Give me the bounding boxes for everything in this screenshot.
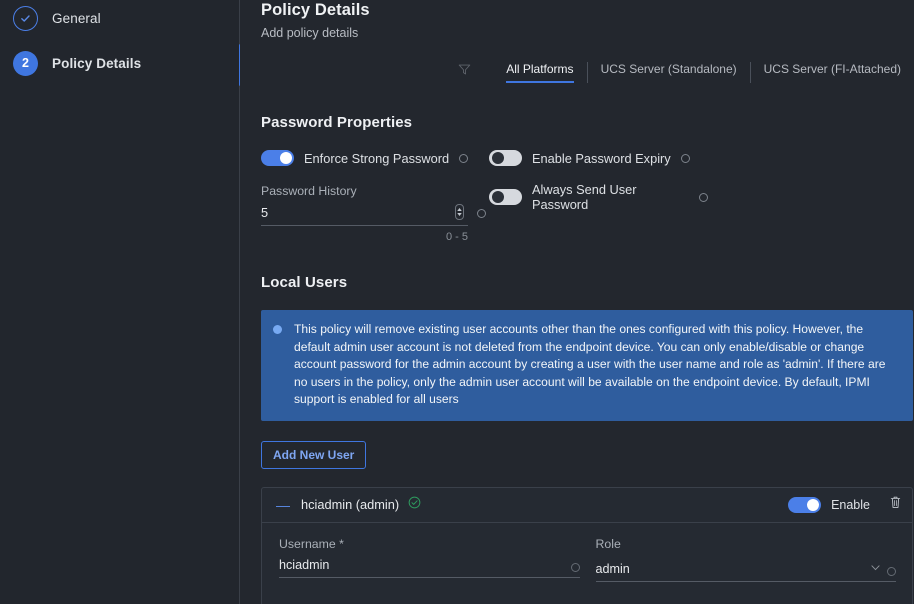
info-icon[interactable] xyxy=(571,563,580,572)
sidebar-item-policy-details[interactable]: 2 Policy Details xyxy=(0,50,240,76)
password-history-label: Password History xyxy=(261,184,489,198)
enable-password-expiry-toggle[interactable] xyxy=(489,150,522,166)
info-icon[interactable] xyxy=(681,154,690,163)
password-history-value: 5 xyxy=(261,205,455,220)
tab-ucs-server-fi-attached[interactable]: UCS Server (FI-Attached) xyxy=(750,62,914,83)
enable-password-expiry-label: Enable Password Expiry xyxy=(532,151,671,166)
role-select[interactable]: admin xyxy=(596,558,897,582)
password-properties-heading: Password Properties xyxy=(261,114,914,131)
username-field: Username * hciadmin xyxy=(279,537,580,582)
local-user-title: hciadmin (admin) xyxy=(301,497,399,512)
page-title: Policy Details xyxy=(261,0,914,20)
local-user-enable-label: Enable xyxy=(831,498,870,512)
platform-tabbar: All Platforms UCS Server (Standalone) UC… xyxy=(261,55,914,83)
username-value: hciadmin xyxy=(279,558,564,572)
local-users-heading: Local Users xyxy=(261,274,914,291)
info-icon[interactable] xyxy=(459,154,468,163)
policy-wizard-window: General 2 Policy Details Policy Details … xyxy=(0,0,914,604)
add-new-user-button[interactable]: Add New User xyxy=(261,441,366,469)
quantity-stepper[interactable] xyxy=(455,204,464,220)
role-field: Role admin xyxy=(596,537,897,582)
password-history-field: Password History 5 0 - 5 xyxy=(261,184,489,243)
wizard-steps-sidebar: General 2 Policy Details xyxy=(0,0,240,604)
check-circle-icon xyxy=(408,496,421,514)
username-label: Username * xyxy=(279,537,580,551)
step-number-badge: 2 xyxy=(13,51,38,76)
enable-password-expiry-row: Enable Password Expiry xyxy=(489,150,721,166)
role-value: admin xyxy=(596,562,865,576)
sidebar-item-general-label: General xyxy=(52,11,101,26)
local-user-form: Username * hciadmin Role admin xyxy=(262,523,912,604)
always-send-user-password-toggle[interactable] xyxy=(489,189,522,205)
enforce-strong-password-row: Enforce Strong Password xyxy=(261,150,489,166)
collapse-icon[interactable]: — xyxy=(276,498,290,512)
always-send-user-password-row: Always Send User Password xyxy=(489,182,721,243)
password-history-input[interactable]: 5 xyxy=(261,204,468,226)
username-input[interactable]: hciadmin xyxy=(279,558,580,578)
enforce-strong-password-toggle[interactable] xyxy=(261,150,294,166)
info-icon xyxy=(273,325,282,334)
trash-icon[interactable] xyxy=(889,495,902,514)
info-icon[interactable] xyxy=(477,209,486,218)
enforce-strong-password-label: Enforce Strong Password xyxy=(304,151,449,166)
sidebar-item-policy-details-label: Policy Details xyxy=(52,56,141,71)
local-users-info-banner: This policy will remove existing user ac… xyxy=(261,310,913,421)
info-icon[interactable] xyxy=(887,567,896,576)
info-icon[interactable] xyxy=(699,193,708,202)
form-row-identity: Username * hciadmin Role admin xyxy=(279,537,896,582)
always-send-user-password-label: Always Send User Password xyxy=(532,182,642,212)
local-user-enable-toggle[interactable] xyxy=(788,497,821,513)
role-label: Role xyxy=(596,537,897,551)
chevron-down-icon[interactable] xyxy=(871,558,880,576)
tab-ucs-server-standalone[interactable]: UCS Server (Standalone) xyxy=(587,62,750,83)
local-users-info-text: This policy will remove existing user ac… xyxy=(294,321,899,409)
local-user-card: — hciadmin (admin) Enable xyxy=(261,487,913,604)
policy-details-content: Policy Details Add policy details All Pl… xyxy=(240,0,914,604)
sidebar-item-general[interactable]: General xyxy=(0,5,240,31)
tab-all-platforms[interactable]: All Platforms xyxy=(493,62,586,83)
page-subtitle: Add policy details xyxy=(261,26,914,40)
password-properties-grid: Enforce Strong Password Enable Password … xyxy=(261,150,914,243)
check-circle-icon xyxy=(13,6,38,31)
password-history-hint: 0 - 5 xyxy=(261,231,468,243)
local-user-card-header: — hciadmin (admin) Enable xyxy=(262,488,912,523)
filter-icon[interactable] xyxy=(458,63,471,81)
